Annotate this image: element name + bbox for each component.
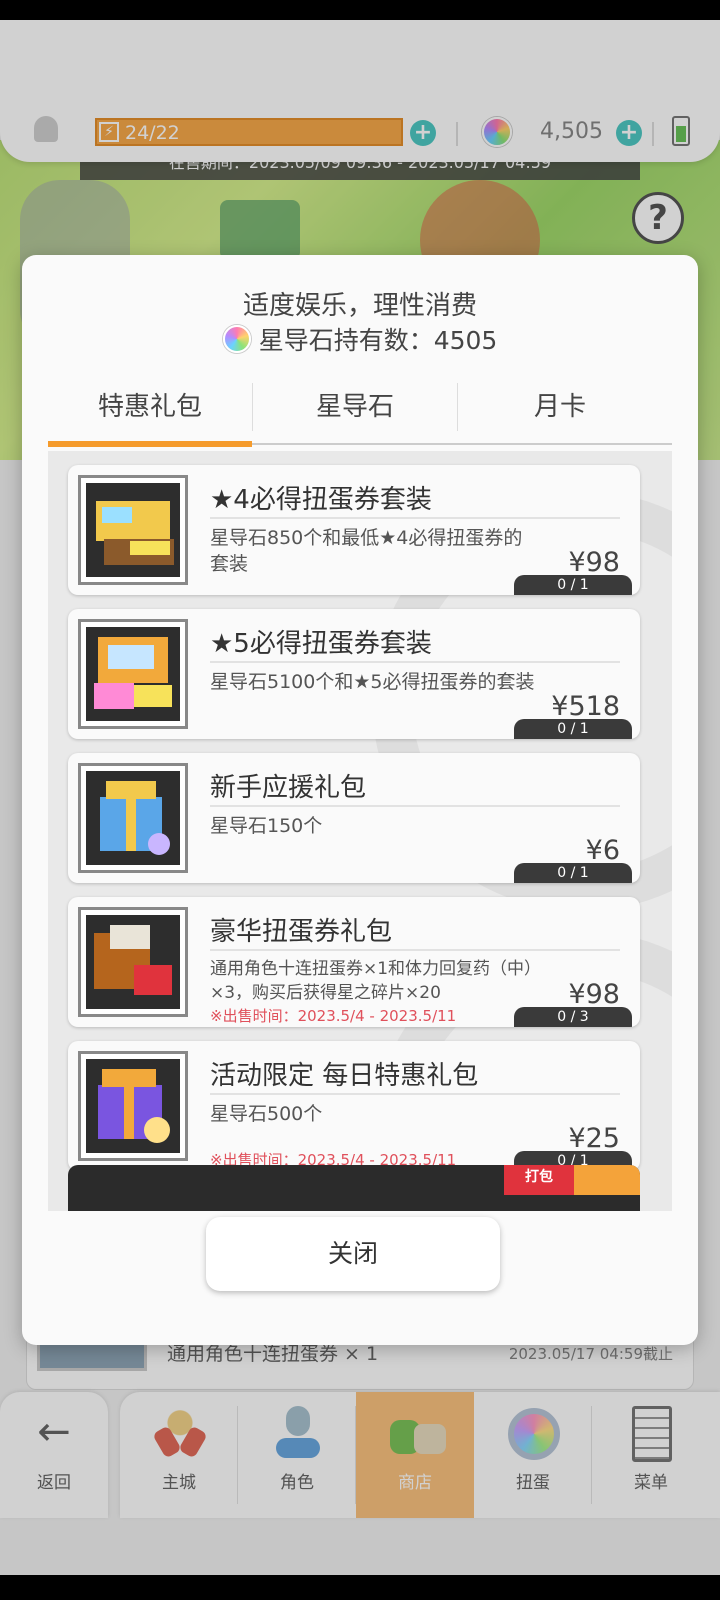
pack-price: ¥6 [585,835,620,866]
pack-price: ¥25 [568,1123,620,1154]
pack-item[interactable]: ★5必得扭蛋券套装 星导石5100个和★5必得扭蛋券的套装 ¥518 0 / 1 [68,609,640,739]
system-navigation-bar [0,1575,720,1600]
pack-thumbnail [78,475,188,585]
pack-thumbnail [78,619,188,729]
divider [210,661,620,663]
pack-list[interactable]: ★4必得扭蛋券套装 星导石850个和最低★4必得扭蛋券的套装 ¥98 0 / 1… [48,451,672,1211]
pack-item[interactable]: 豪华扭蛋券礼包 通用角色十连扭蛋券×1和体力回复药（中）×3，购买后获得星之碎片… [68,897,640,1027]
tab-monthly-card[interactable]: 月卡 [458,379,662,443]
system-status-bar [0,0,720,20]
divider [210,517,620,519]
shop-tabs: 特惠礼包 星导石 月卡 [48,379,672,447]
pack-thumbnail [78,907,188,1017]
modal-title: 适度娱乐，理性消费 [242,291,477,321]
divider [210,949,620,951]
divider [210,1093,620,1095]
sale-period-note: ※出售时间：2023.5/4 - 2023.5/11 [210,1007,457,1025]
divider [210,805,620,807]
pack-price: ¥98 [568,547,620,578]
pack-price: ¥98 [568,979,620,1010]
pack-description: 通用角色十连扭蛋券×1和体力回复药（中）×3，购买后获得星之碎片×20 [210,959,533,1003]
tab-special-packs[interactable]: 特惠礼包 [48,379,252,447]
holdings-label: 星导石持有数：4505 [258,326,498,355]
bundle-badge-label: 打包 [504,1165,574,1195]
pack-description: 星导石850个和最低★4必得扭蛋券的套装 [210,527,523,575]
pack-description: 星导石5100个和★5必得扭蛋券的套装 [210,671,535,693]
purchase-limit: 0 / 3 [514,1007,632,1027]
pack-name: 豪华扭蛋券礼包 [210,917,393,947]
pack-thumbnail [78,763,188,873]
purchase-limit: 0 / 1 [514,719,632,739]
close-button[interactable]: 关闭 [206,1217,500,1291]
pack-description: 星导石500个 [210,1103,323,1125]
pack-item[interactable]: ★4必得扭蛋券套装 星导石850个和最低★4必得扭蛋券的套装 ¥98 0 / 1 [68,465,640,595]
pack-item[interactable]: 活动限定 每日特惠礼包 星导石500个 ※出售时间：2023.5/4 - 202… [68,1041,640,1171]
shop-modal: 适度娱乐，理性消费 星导石持有数：4505 特惠礼包 星导石 月卡 ★4必得扭蛋… [22,255,698,1345]
purchase-limit: 0 / 1 [514,575,632,595]
pack-item[interactable]: 新手应援礼包 星导石150个 ¥6 0 / 1 [68,753,640,883]
pack-price: ¥518 [551,691,620,722]
purchase-limit: 0 / 1 [514,863,632,883]
pack-item[interactable]: 打包 [68,1165,640,1211]
pack-thumbnail [78,1051,188,1161]
pack-name: ★5必得扭蛋券套装 [210,629,432,659]
pack-name: 新手应援礼包 [210,773,367,803]
pack-name: ★4必得扭蛋券套装 [210,485,432,515]
pack-description: 星导石150个 [210,815,323,837]
pack-name: 活动限定 每日特惠礼包 [210,1061,479,1091]
bundle-badge: 打包 [504,1165,640,1195]
tab-star-stones[interactable]: 星导石 [253,379,457,443]
stone-holdings: 星导石持有数：4505 [22,321,698,357]
star-stone-icon [222,325,251,353]
